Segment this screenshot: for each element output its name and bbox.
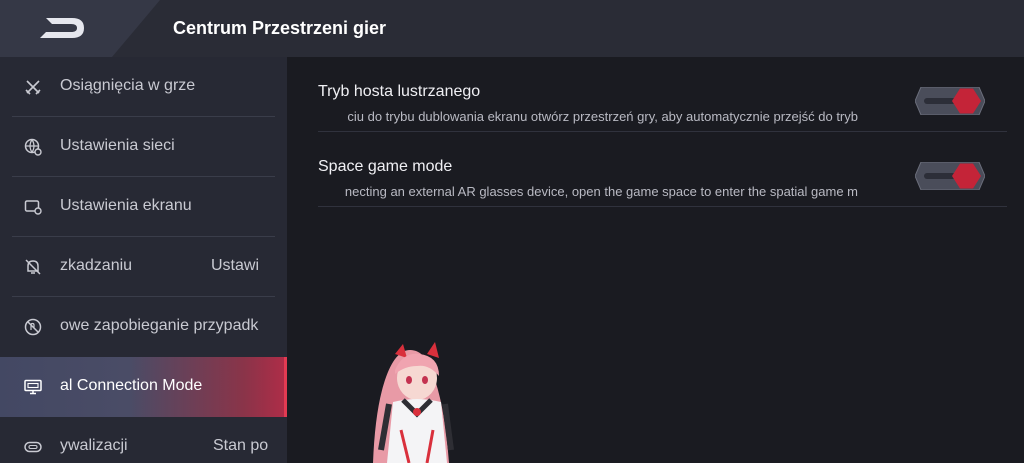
divider xyxy=(318,206,1007,207)
sidebar-item-label: Osiągnięcia w grze xyxy=(60,77,196,94)
space-game-toggle[interactable] xyxy=(915,162,985,190)
sidebar-item-label: Ustawienia sieci xyxy=(60,137,175,154)
setting-description-clip: necting an external AR glasses device, o… xyxy=(318,184,858,200)
sidebar-item-label: ywalizacji xyxy=(60,437,128,454)
mirror-host-toggle[interactable] xyxy=(915,87,985,115)
top-bar: Centrum Przestrzeni gier xyxy=(0,0,1024,57)
setting-description: necting an external AR glasses device, o… xyxy=(344,184,858,199)
sidebar-item-text: zkadzaniu Ustawi xyxy=(60,257,270,279)
screen-settings-icon xyxy=(24,200,42,215)
setting-description-clip: ciu do trybu dublowania ekranu otwórz pr… xyxy=(318,109,858,125)
sidebar-item-label: Ustawienia ekranu xyxy=(60,197,192,214)
sidebar-item-label: zkadzaniu xyxy=(60,257,133,274)
bell-off-icon xyxy=(25,259,41,275)
no-touch-icon xyxy=(24,318,42,336)
sidebar-item-screen[interactable]: Ustawienia ekranu xyxy=(0,177,287,237)
sidebar: Osiągnięcia w grze Ustawienia sieci Usta… xyxy=(0,57,287,463)
sidebar-item-network[interactable]: Ustawienia sieci xyxy=(0,117,287,177)
sidebar-item-text: ywalizacji Stan po xyxy=(60,437,270,459)
sidebar-item-extra: Ustawi xyxy=(211,257,260,274)
crossed-swords-icon xyxy=(25,80,41,95)
globe-settings-icon xyxy=(24,138,42,156)
monitor-icon xyxy=(24,379,42,395)
back-button[interactable] xyxy=(0,0,160,57)
page-title: Centrum Przestrzeni gier xyxy=(173,18,387,38)
sidebar-item-text: owe zapobieganie przypadk xyxy=(60,317,270,339)
setting-title: Space game mode xyxy=(318,158,453,175)
anime-mascot-image xyxy=(373,342,454,463)
back-logo-icon xyxy=(40,18,84,38)
setting-title: Tryb hosta lustrzanego xyxy=(318,83,481,100)
sidebar-item-competition[interactable]: ywalizacji Stan po xyxy=(0,417,287,463)
sidebar-item-label: owe zapobieganie przypadk xyxy=(60,317,259,334)
sidebar-item-achievements[interactable]: Osiągnięcia w grze xyxy=(0,57,287,117)
setting-description: ciu do trybu dublowania ekranu otwórz pr… xyxy=(347,109,858,124)
setting-row-space-game: Space game mode necting an external AR g… xyxy=(318,132,1007,207)
sidebar-item-extra: Stan po xyxy=(213,437,269,454)
setting-row-mirror-host: Tryb hosta lustrzanego ciu do trybu dubl… xyxy=(318,57,1007,132)
sidebar-item-accidental-touch[interactable]: owe zapobieganie przypadk xyxy=(0,297,287,357)
sidebar-item-label: al Connection Mode xyxy=(60,377,203,394)
gamepad-icon xyxy=(24,441,42,453)
sidebar-item-connection-mode[interactable]: al Connection Mode xyxy=(0,357,287,417)
sidebar-item-do-not-disturb[interactable]: zkadzaniu Ustawi xyxy=(0,237,287,297)
